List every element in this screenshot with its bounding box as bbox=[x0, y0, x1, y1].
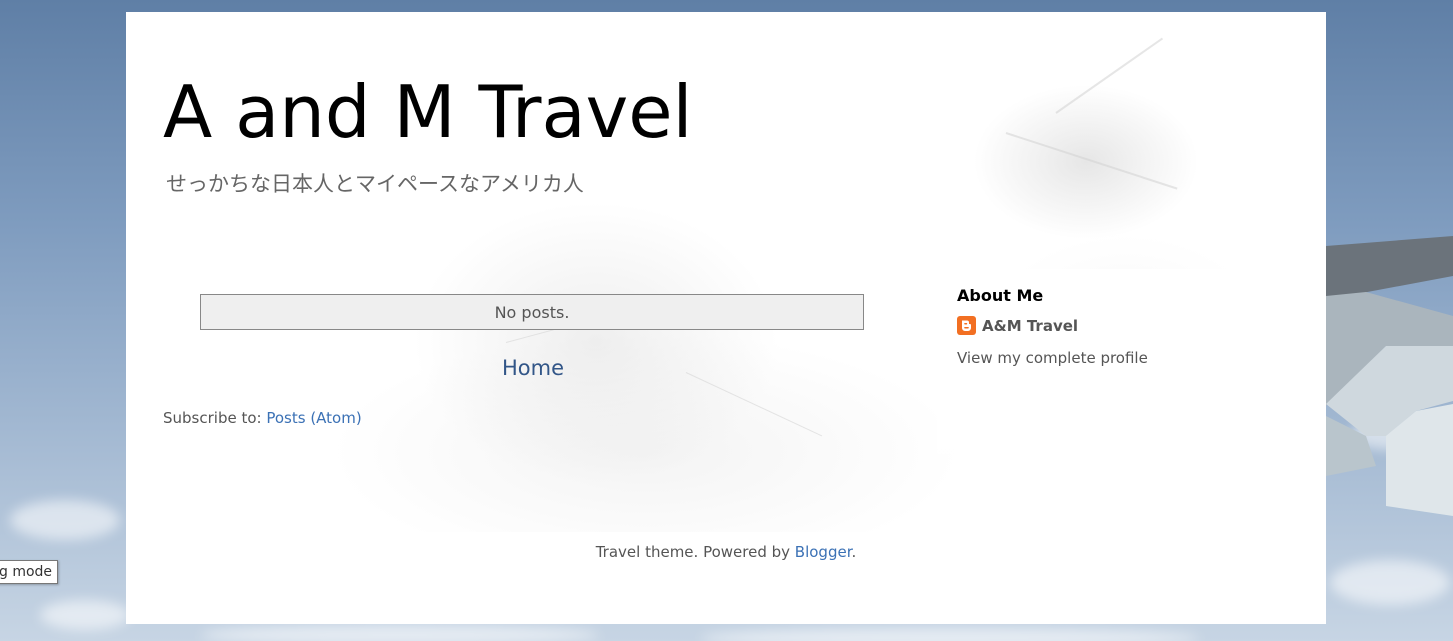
view-profile-link[interactable]: View my complete profile bbox=[957, 349, 1148, 367]
profile-row: A&M Travel bbox=[957, 316, 1078, 335]
blog-description: せっかちな日本人とマイペースなアメリカ人 bbox=[166, 172, 584, 196]
page-container: A and M Travel せっかちな日本人とマイペースなアメリカ人 No p… bbox=[126, 12, 1326, 624]
mode-badge[interactable]: g mode bbox=[0, 560, 59, 584]
blogger-link[interactable]: Blogger bbox=[795, 543, 852, 561]
footer-theme-text: Travel theme. Powered by bbox=[595, 543, 791, 561]
footer: Travel theme. Powered by Blogger. bbox=[126, 543, 1326, 561]
blogger-icon bbox=[957, 316, 976, 335]
home-link[interactable]: Home bbox=[502, 356, 564, 380]
blog-title[interactable]: A and M Travel bbox=[163, 70, 693, 154]
posts-atom-link[interactable]: Posts (Atom) bbox=[266, 409, 361, 427]
footer-period: . bbox=[851, 543, 857, 561]
subscribe-section: Subscribe to: Posts (Atom) bbox=[163, 409, 362, 427]
about-me-title: About Me bbox=[957, 286, 1044, 305]
airplane-wing-image bbox=[1326, 236, 1453, 516]
about-me-widget: About Me A&M Travel View my complete pro… bbox=[937, 269, 1301, 454]
status-message: No posts. bbox=[200, 294, 864, 330]
profile-name-link[interactable]: A&M Travel bbox=[982, 317, 1078, 335]
subscribe-label: Subscribe to: bbox=[163, 409, 262, 427]
